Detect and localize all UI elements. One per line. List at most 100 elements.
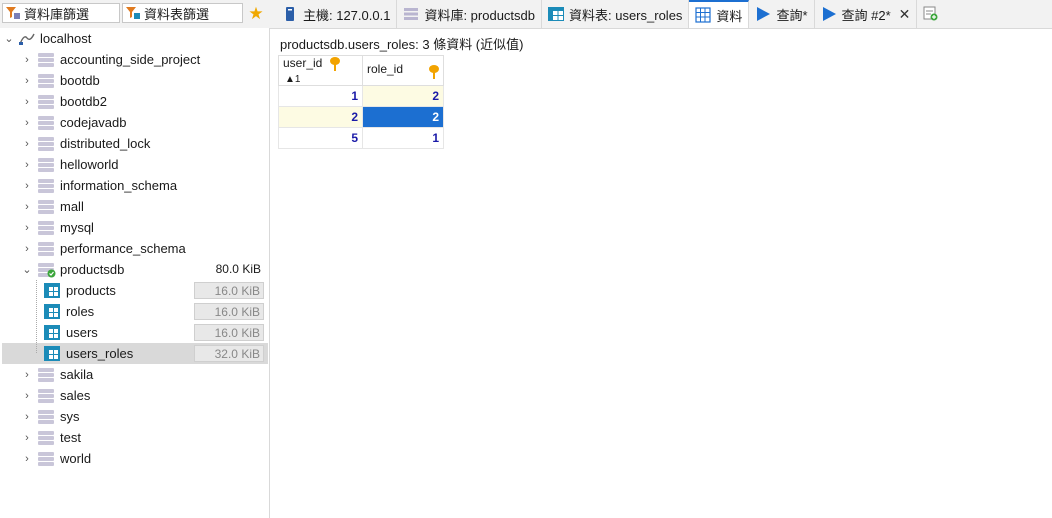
- table-icon: [548, 6, 564, 22]
- chevron-right-icon[interactable]: ›: [20, 74, 34, 88]
- tree-db-item[interactable]: › sys: [2, 406, 268, 427]
- database-label: accounting_side_project: [60, 52, 201, 67]
- table-filter-icon: [125, 6, 141, 20]
- tree-db-item[interactable]: › mysql: [2, 217, 268, 238]
- column-header-user-id[interactable]: user_id ▲1: [278, 55, 363, 86]
- table-row[interactable]: 2 2: [278, 105, 444, 128]
- tree-db-productsdb[interactable]: ⌄ productsdb 80.0 KiB: [2, 259, 268, 280]
- tab-host[interactable]: 主機: 127.0.0.1: [276, 0, 398, 28]
- chevron-right-icon[interactable]: ›: [20, 242, 34, 256]
- tree-db-item[interactable]: › bootdb2: [2, 91, 268, 112]
- table-row[interactable]: 5 1: [278, 126, 444, 149]
- tab-host-label: 主機: 127.0.0.1: [303, 7, 391, 23]
- table-label: users: [66, 325, 98, 340]
- tab-query-2[interactable]: 查詢 #2* ✕: [815, 0, 918, 28]
- tree-root-localhost[interactable]: ⌄ localhost: [2, 28, 268, 49]
- tab-database[interactable]: 資料庫: productsdb: [397, 0, 542, 28]
- chevron-down-icon[interactable]: ⌄: [20, 263, 34, 277]
- grid-cell[interactable]: 1: [362, 126, 444, 149]
- database-label: world: [60, 451, 92, 466]
- database-size: 80.0 KiB: [215, 262, 261, 276]
- chevron-right-icon[interactable]: ›: [20, 452, 34, 466]
- database-label: sales: [60, 388, 91, 403]
- chevron-right-icon[interactable]: ›: [20, 431, 34, 445]
- database-label: bootdb: [60, 73, 100, 88]
- primary-key-icon: [429, 64, 439, 79]
- chevron-right-icon[interactable]: ›: [20, 95, 34, 109]
- tree-db-item[interactable]: › helloworld: [2, 154, 268, 175]
- tree-db-item[interactable]: › bootdb: [2, 70, 268, 91]
- database-filter-icon: [5, 6, 21, 20]
- tab-query[interactable]: 查詢*: [749, 0, 815, 28]
- tree-db-item[interactable]: › accounting_side_project: [2, 49, 268, 70]
- chevron-right-icon[interactable]: ›: [20, 179, 34, 193]
- new-query-tab-button[interactable]: [917, 0, 943, 28]
- table-row[interactable]: 1 2: [278, 84, 444, 107]
- tab-data[interactable]: 資料: [689, 0, 750, 28]
- tree-db-item[interactable]: › world: [2, 448, 268, 469]
- database-label: helloworld: [60, 157, 119, 172]
- database-label: sys: [60, 409, 80, 424]
- database-icon: [38, 430, 54, 445]
- database-filter-placeholder: 資料庫篩選: [24, 6, 90, 22]
- tab-bar: 主機: 127.0.0.1 資料庫: productsdb 資料表: users…: [276, 0, 943, 28]
- tree-db-item[interactable]: › sales: [2, 385, 268, 406]
- chevron-right-icon[interactable]: ›: [20, 389, 34, 403]
- grid-cell[interactable]: 2: [278, 105, 363, 128]
- table-icon: [44, 283, 60, 298]
- tree-db-item[interactable]: › codejavadb: [2, 112, 268, 133]
- table-label: roles: [66, 304, 95, 319]
- grid-cell[interactable]: 1: [278, 84, 363, 107]
- table-filter-input[interactable]: 資料表篩選: [122, 3, 243, 23]
- tab-table[interactable]: 資料表: users_roles: [542, 0, 690, 28]
- database-icon: [38, 52, 54, 67]
- chevron-right-icon[interactable]: ›: [20, 410, 34, 424]
- connection-label: localhost: [40, 31, 92, 46]
- grid-cell[interactable]: 5: [278, 126, 363, 149]
- tree-db-item[interactable]: › sakila: [2, 364, 268, 385]
- chevron-right-icon[interactable]: ›: [20, 116, 34, 130]
- chevron-right-icon[interactable]: ›: [20, 200, 34, 214]
- table-size: 16.0 KiB: [194, 324, 264, 341]
- table-size: 16.0 KiB: [194, 303, 264, 320]
- tree-table-item[interactable]: roles 16.0 KiB: [2, 301, 268, 322]
- data-grid[interactable]: user_id ▲1 role_id 1 2 2 2 5 1: [278, 55, 444, 149]
- grid-header-row: user_id ▲1 role_id: [278, 55, 444, 86]
- favorites-star-icon[interactable]: ★: [246, 4, 266, 24]
- tab-query-label: 查詢*: [776, 7, 808, 23]
- grid-cell-selected[interactable]: 2: [362, 105, 444, 128]
- tree-db-item[interactable]: › test: [2, 427, 268, 448]
- tree-db-item[interactable]: › performance_schema: [2, 238, 268, 259]
- database-filter-input[interactable]: 資料庫篩選: [2, 3, 120, 23]
- database-icon: [38, 367, 54, 382]
- grid-icon: [695, 7, 712, 23]
- column-header-role-id[interactable]: role_id: [362, 55, 444, 86]
- tab-table-label: 資料表: users_roles: [569, 7, 683, 23]
- tab-data-label: 資料: [716, 8, 743, 24]
- database-label: information_schema: [60, 178, 178, 193]
- database-label: distributed_lock: [60, 136, 151, 151]
- database-label: test: [60, 430, 81, 445]
- chevron-right-icon[interactable]: ›: [20, 137, 34, 151]
- tree-db-item[interactable]: › distributed_lock: [2, 133, 268, 154]
- close-icon[interactable]: ✕: [899, 6, 911, 23]
- database-label: bootdb2: [60, 94, 107, 109]
- tree-db-item[interactable]: › information_schema: [2, 175, 268, 196]
- tree-table-item[interactable]: products 16.0 KiB: [2, 280, 268, 301]
- chevron-right-icon[interactable]: ›: [20, 221, 34, 235]
- sort-indicator[interactable]: ▲1: [285, 74, 300, 85]
- play-icon: [755, 6, 771, 22]
- connection-icon: [16, 32, 38, 46]
- database-icon: [38, 262, 56, 277]
- grid-cell[interactable]: 2: [362, 84, 444, 107]
- chevron-right-icon[interactable]: ›: [20, 158, 34, 172]
- database-icon: [38, 409, 54, 424]
- chevron-right-icon[interactable]: ›: [20, 53, 34, 67]
- chevron-right-icon[interactable]: ›: [20, 368, 34, 382]
- database-label: codejavadb: [60, 115, 127, 130]
- tree-db-item[interactable]: › mall: [2, 196, 268, 217]
- chevron-down-icon[interactable]: ⌄: [2, 32, 16, 46]
- tree-table-item[interactable]: users 16.0 KiB: [2, 322, 268, 343]
- tree-table-item[interactable]: users_roles 32.0 KiB: [2, 343, 268, 364]
- database-icon: [38, 115, 54, 130]
